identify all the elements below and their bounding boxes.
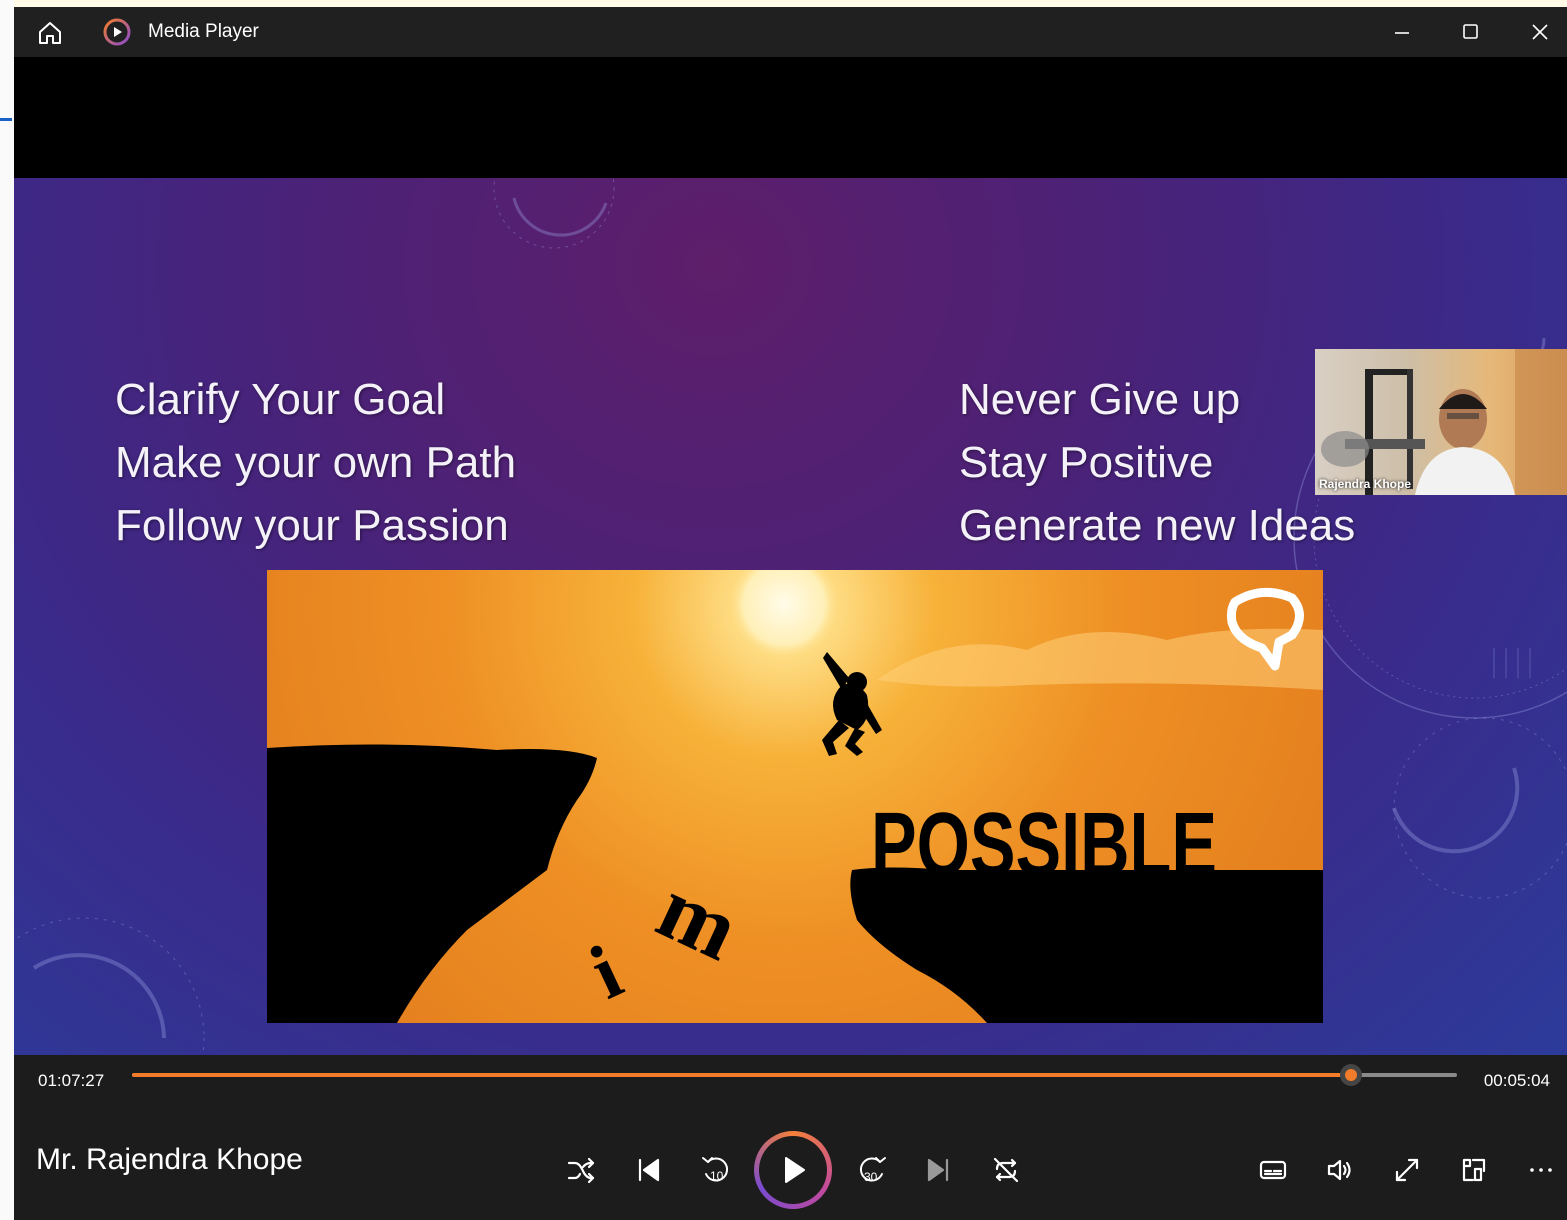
fullscreen-icon (1395, 1158, 1419, 1182)
rewind-10-icon: 10 (702, 1157, 729, 1183)
sun (726, 570, 842, 662)
forward-seconds: 30 (864, 1170, 878, 1184)
volume-button[interactable] (1318, 1148, 1362, 1192)
play-button[interactable] (754, 1131, 832, 1209)
falling-letter-i: i (577, 927, 633, 1015)
slide-picture: i m POSSIBLE (267, 570, 1323, 1023)
participant-name: Rajendra Khope (1319, 477, 1412, 491)
home-icon[interactable] (36, 19, 64, 47)
slide-line: Stay Positive (959, 438, 1214, 487)
seek-progress (132, 1073, 1351, 1077)
jumper-silhouette (822, 652, 882, 756)
play-icon (785, 1157, 805, 1183)
window-title: Media Player (148, 21, 259, 42)
background-tab-indicator (0, 118, 12, 121)
next-button[interactable] (917, 1148, 961, 1192)
rewind-seconds: 10 (710, 1169, 724, 1183)
fullscreen-button[interactable] (1385, 1148, 1429, 1192)
remaining-time: 00:05:04 (1483, 1071, 1550, 1090)
elapsed-time: 01:07:27 (38, 1071, 105, 1090)
shuffle-button[interactable] (559, 1148, 603, 1192)
captions-icon (1259, 1160, 1287, 1180)
more-icon (1530, 1168, 1552, 1172)
forward-30-icon: 30 (859, 1157, 886, 1184)
left-cliff (267, 744, 597, 1023)
maximize-button[interactable] (1450, 17, 1490, 47)
playback-controls: 01:07:27 00:05:04 Mr. Rajendra Khope 10 (14, 1055, 1567, 1220)
possible-text: POSSIBLE (871, 795, 1217, 895)
media-title: Mr. Rajendra Khope (36, 1143, 303, 1176)
close-icon (1532, 24, 1548, 40)
slide-line: Make your own Path (115, 438, 517, 487)
slide-line: Never Give up (959, 375, 1241, 424)
webcam-thumbnail: Rajendra Khope (1315, 349, 1567, 495)
seek-thumb[interactable] (1340, 1064, 1362, 1086)
previous-icon (638, 1158, 660, 1182)
miniplayer-button[interactable] (1452, 1148, 1496, 1192)
next-icon (927, 1158, 949, 1182)
minimize-icon (1395, 32, 1409, 34)
captions-button[interactable] (1251, 1148, 1295, 1192)
volume-icon (1327, 1159, 1351, 1181)
miniplayer-icon (1462, 1158, 1486, 1182)
shuffle-icon (567, 1157, 595, 1184)
previous-button[interactable] (626, 1148, 670, 1192)
background-strip (14, 0, 1567, 7)
falling-letter-m: m (644, 858, 754, 979)
slide-line: Generate new Ideas (959, 501, 1356, 550)
video-letterbox-top (14, 57, 1567, 178)
seek-bar[interactable] (132, 1064, 1457, 1086)
media-player-icon (102, 17, 132, 47)
close-button[interactable] (1520, 17, 1560, 47)
title-bar: Media Player (14, 7, 1567, 57)
media-player-window: Media Player Clarify Your Goal Make your… (14, 7, 1567, 1220)
more-options-button[interactable] (1519, 1148, 1563, 1192)
minimize-button[interactable] (1382, 17, 1422, 47)
slide-right-text: Never Give up Stay Positive Generate new… (959, 368, 1355, 557)
video-frame[interactable]: Clarify Your Goal Make your own Path Fol… (14, 178, 1567, 1055)
slide-line: Clarify Your Goal (115, 375, 446, 424)
repeat-off-icon (993, 1157, 1019, 1183)
forward-30-button[interactable]: 30 (850, 1148, 894, 1192)
slide-left-text: Clarify Your Goal Make your own Path Fol… (115, 368, 516, 557)
rewind-10-button[interactable]: 10 (694, 1148, 738, 1192)
repeat-button[interactable] (984, 1148, 1028, 1192)
background-app-edge (0, 0, 14, 1220)
slide-line: Follow your Passion (115, 501, 509, 550)
maximize-icon (1463, 24, 1478, 39)
